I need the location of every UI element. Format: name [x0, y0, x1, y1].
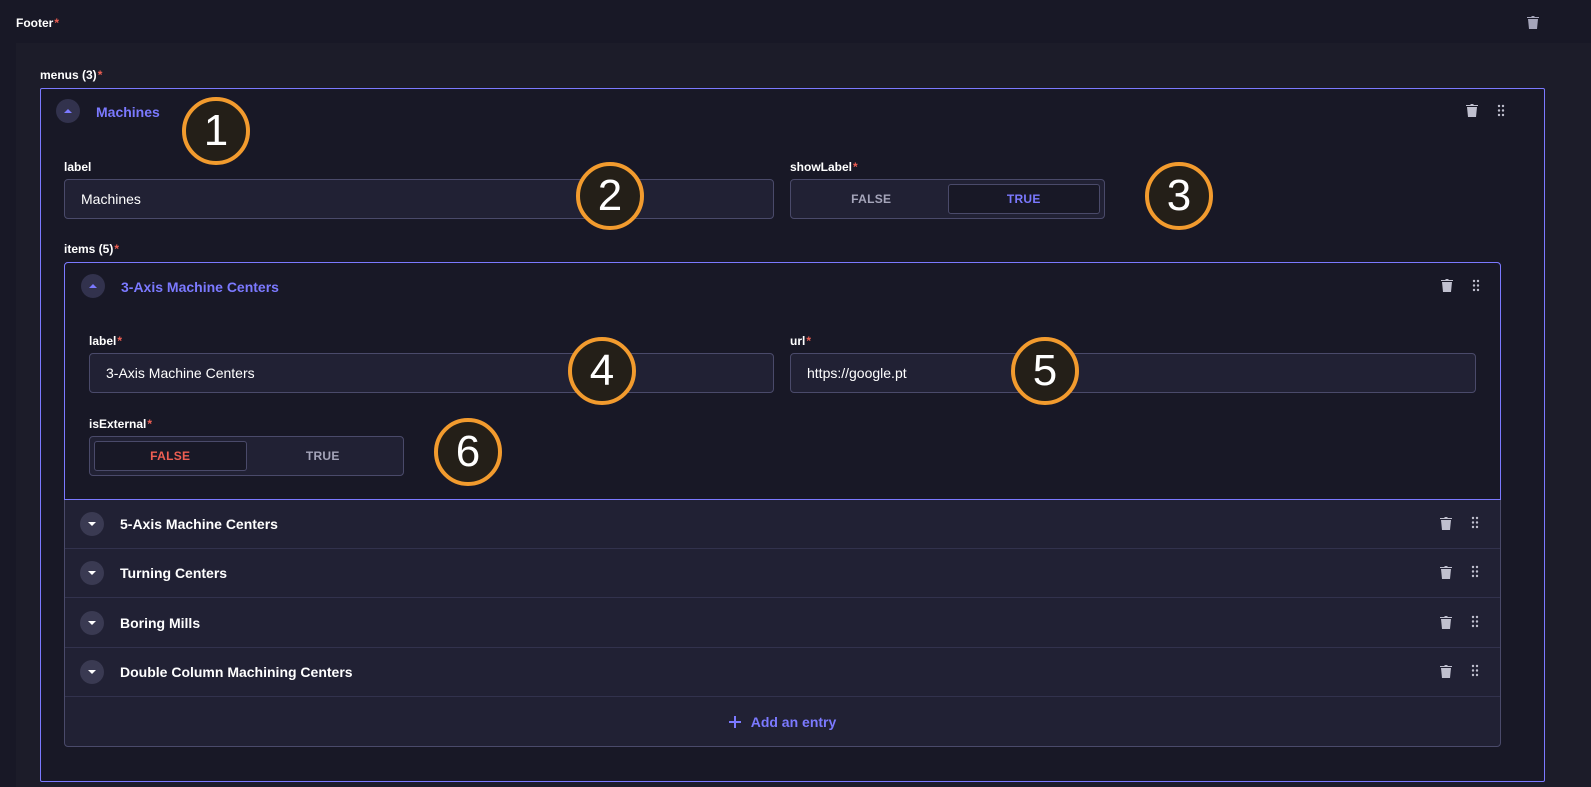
drag-handle-icon [1471, 664, 1479, 677]
annotation-marker-3: 3 [1145, 162, 1213, 230]
trash-icon [1527, 16, 1539, 29]
trash-icon [1440, 566, 1452, 579]
show-label-toggle[interactable]: FALSE TRUE [790, 179, 1105, 219]
item-row-title: 5-Axis Machine Centers [120, 516, 278, 532]
expand-item-button[interactable] [80, 660, 104, 684]
is-external-field-label: isExternal* [89, 417, 152, 431]
item-row[interactable]: Boring Mills [65, 599, 1500, 648]
footer-title: Footer* [16, 16, 59, 30]
drag-handle-icon [1497, 104, 1505, 117]
chevron-up-icon [64, 109, 72, 113]
required-mark: * [853, 160, 858, 174]
add-entry-button[interactable]: Add an entry [65, 698, 1500, 746]
trash-icon [1441, 279, 1453, 292]
item-drag-handle[interactable] [1471, 615, 1479, 628]
show-label-text: showLabel [790, 160, 853, 174]
trash-icon [1440, 616, 1452, 629]
required-mark: * [147, 417, 153, 431]
item-label-field-label: label* [89, 334, 122, 348]
plus-icon [728, 716, 741, 728]
footer-title-text: Footer [16, 16, 54, 30]
drag-handle-icon [1471, 565, 1479, 578]
collapse-item-button[interactable] [81, 274, 105, 298]
annotation-marker-6: 6 [434, 418, 502, 486]
drag-handle-icon [1471, 615, 1479, 628]
required-mark: * [54, 16, 60, 30]
menu-label-field-label: label [64, 160, 92, 174]
item-row[interactable]: 5-Axis Machine Centers [65, 500, 1500, 549]
url-label-text: url [790, 334, 806, 348]
item-drag-handle[interactable] [1472, 279, 1480, 292]
chevron-down-icon [88, 670, 96, 674]
chevron-down-icon [88, 522, 96, 526]
footer-delete-button[interactable] [1527, 16, 1539, 29]
expand-item-button[interactable] [80, 561, 104, 585]
trash-icon [1440, 665, 1452, 678]
annotation-marker-2: 2 [576, 162, 644, 230]
drag-handle-icon [1472, 279, 1480, 292]
is-external-true-option[interactable]: TRUE [247, 441, 400, 471]
chevron-down-icon [88, 571, 96, 575]
expand-item-button[interactable] [80, 611, 104, 635]
annotation-marker-4: 4 [568, 337, 636, 405]
item-delete-button[interactable] [1440, 616, 1452, 629]
add-entry-label: Add an entry [750, 714, 837, 730]
item-label-text: label [89, 334, 117, 348]
item-delete-button[interactable] [1440, 566, 1452, 579]
item-drag-handle[interactable] [1471, 516, 1479, 529]
items-label-text: items (5) [64, 242, 114, 256]
item-row[interactable]: Turning Centers [65, 549, 1500, 598]
collapse-menu-button[interactable] [56, 99, 80, 123]
item-delete-button[interactable] [1441, 279, 1453, 292]
required-mark: * [114, 242, 120, 256]
item-label-input[interactable]: 3-Axis Machine Centers [89, 353, 774, 393]
menus-label: menus (3)* [40, 68, 102, 82]
item-row-title: Double Column Machining Centers [120, 664, 353, 680]
menu-title: Machines [96, 104, 160, 120]
item-row[interactable]: Double Column Machining Centers [65, 648, 1500, 697]
drag-handle-icon [1471, 516, 1479, 529]
is-external-false-option[interactable]: FALSE [94, 441, 247, 471]
item-row-title: Boring Mills [120, 615, 201, 631]
menu-label-input[interactable]: Machines [64, 179, 774, 219]
url-input[interactable]: https://google.pt [790, 353, 1476, 393]
annotation-marker-1: 1 [182, 97, 250, 165]
item-delete-button[interactable] [1440, 665, 1452, 678]
trash-icon [1440, 517, 1452, 530]
chevron-up-icon [89, 284, 97, 288]
required-mark: * [97, 68, 103, 82]
show-label-false-option[interactable]: FALSE [795, 184, 948, 214]
show-label-true-option[interactable]: TRUE [947, 184, 1100, 214]
menu-delete-button[interactable] [1466, 104, 1478, 117]
required-mark: * [806, 334, 812, 348]
trash-icon [1466, 104, 1478, 117]
item-drag-handle[interactable] [1471, 664, 1479, 677]
menus-label-text: menus (3) [40, 68, 97, 82]
is-external-toggle[interactable]: FALSE TRUE [89, 436, 404, 476]
item-title: 3-Axis Machine Centers [121, 279, 279, 295]
menu-drag-handle[interactable] [1497, 104, 1505, 117]
expand-item-button[interactable] [80, 512, 104, 536]
items-label: items (5)* [64, 242, 119, 256]
url-field-label: url* [790, 334, 811, 348]
is-external-text: isExternal [89, 417, 147, 431]
item-drag-handle[interactable] [1471, 565, 1479, 578]
show-label-field-label: showLabel* [790, 160, 858, 174]
item-delete-button[interactable] [1440, 517, 1452, 530]
item-row-title: Turning Centers [120, 565, 228, 581]
required-mark: * [117, 334, 123, 348]
chevron-down-icon [88, 621, 96, 625]
annotation-marker-5: 5 [1011, 337, 1079, 405]
